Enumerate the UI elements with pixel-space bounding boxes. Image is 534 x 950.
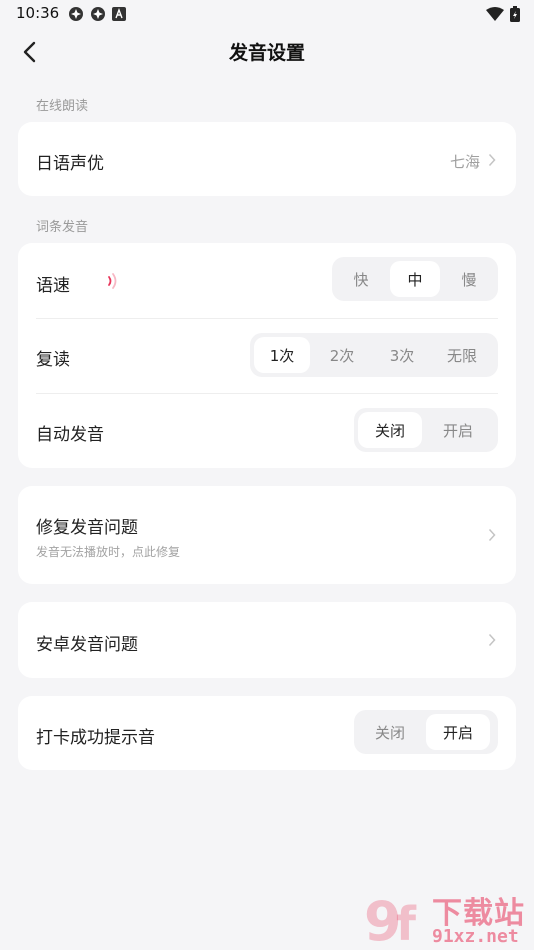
checkin-sound-label: 打卡成功提示音 bbox=[36, 728, 155, 748]
speed-selector: 快 中 慢 bbox=[332, 257, 498, 301]
fix-issue-card[interactable]: 修复发音问题 发音无法播放时，点此修复 bbox=[18, 486, 516, 584]
checkin-sound-option-off[interactable]: 关闭 bbox=[358, 714, 422, 750]
battery-icon bbox=[510, 6, 520, 22]
voice-actor-row[interactable]: 日语声优 七海 bbox=[18, 122, 516, 196]
speed-row: 语速 快 中 慢 bbox=[18, 243, 516, 318]
auto-play-row: 自动发音 关闭 开启 bbox=[18, 393, 516, 468]
repeat-selector: 1次 2次 3次 无限 bbox=[250, 333, 498, 377]
speed-option-fast[interactable]: 快 bbox=[336, 261, 386, 297]
header: 发音设置 bbox=[0, 28, 534, 76]
auto-play-option-on[interactable]: 开启 bbox=[426, 412, 490, 448]
auto-play-toggle: 关闭 开启 bbox=[354, 408, 498, 452]
auto-play-option-off[interactable]: 关闭 bbox=[358, 412, 422, 448]
repeat-option-1[interactable]: 1次 bbox=[254, 337, 310, 373]
repeat-option-infinite[interactable]: 无限 bbox=[434, 337, 490, 373]
svg-text:f: f bbox=[396, 897, 417, 950]
section-label-word-pronunciation: 词条发音 bbox=[36, 220, 89, 235]
pronunciation-card: 语速 快 中 慢 复读 1次 2次 3次 无限 自动发音 关闭 开启 bbox=[18, 243, 516, 468]
speed-option-medium[interactable]: 中 bbox=[390, 261, 440, 297]
speaker-wave-icon[interactable] bbox=[106, 272, 120, 290]
wifi-icon bbox=[486, 7, 504, 21]
voice-actor-card: 日语声优 七海 bbox=[18, 122, 516, 196]
app-notification-icon bbox=[69, 7, 83, 21]
watermark-text-bottom: 91xz.net bbox=[432, 926, 519, 947]
speed-label: 语速 bbox=[36, 276, 70, 296]
speed-option-slow[interactable]: 慢 bbox=[444, 261, 494, 297]
checkin-sound-option-on[interactable]: 开启 bbox=[426, 714, 490, 750]
section-label-online-reading: 在线朗读 bbox=[36, 99, 89, 114]
status-bar: 10:36 bbox=[0, 0, 534, 28]
fix-issue-label: 修复发音问题 bbox=[36, 518, 138, 538]
android-issue-label: 安卓发音问题 bbox=[36, 635, 138, 655]
fix-issue-subtitle: 发音无法播放时，点此修复 bbox=[36, 545, 181, 559]
chevron-right-icon bbox=[488, 153, 496, 167]
chevron-right-icon bbox=[488, 633, 496, 647]
text-a-icon bbox=[112, 7, 126, 21]
status-time: 10:36 bbox=[16, 4, 60, 22]
repeat-option-2[interactable]: 2次 bbox=[314, 337, 370, 373]
auto-play-label: 自动发音 bbox=[36, 425, 104, 445]
checkin-sound-card: 打卡成功提示音 关闭 开启 bbox=[18, 696, 516, 770]
voice-actor-label: 日语声优 bbox=[36, 154, 104, 174]
page-title: 发音设置 bbox=[228, 42, 305, 64]
voice-actor-value: 七海 bbox=[449, 153, 480, 171]
app-notification-icon bbox=[91, 7, 105, 21]
repeat-option-3[interactable]: 3次 bbox=[374, 337, 430, 373]
repeat-label: 复读 bbox=[36, 350, 70, 370]
chevron-right-icon bbox=[488, 528, 496, 542]
repeat-row: 复读 1次 2次 3次 无限 bbox=[18, 318, 516, 393]
android-issue-card[interactable]: 安卓发音问题 bbox=[18, 602, 516, 678]
watermark-logo: 9 f 下载站 91xz.net bbox=[362, 884, 534, 950]
checkin-sound-toggle: 关闭 开启 bbox=[354, 710, 498, 754]
